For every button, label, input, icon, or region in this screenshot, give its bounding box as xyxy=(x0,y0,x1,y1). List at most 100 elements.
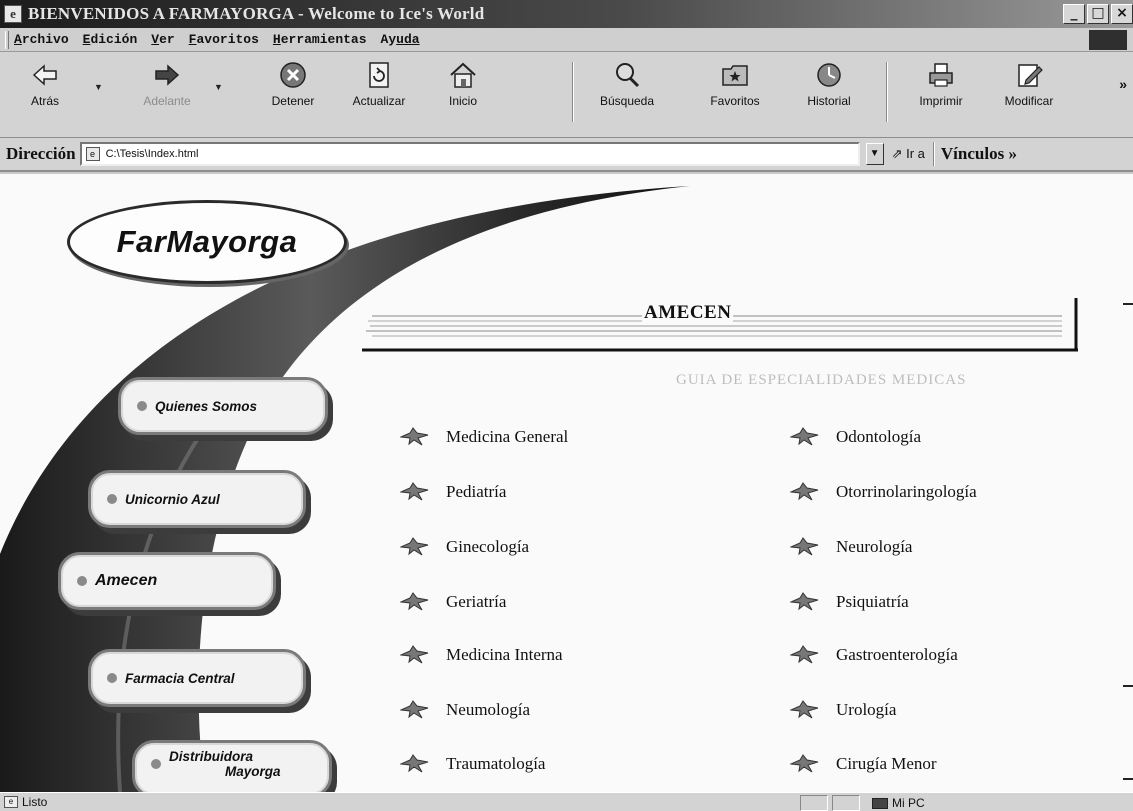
links-separator xyxy=(932,142,935,166)
links-button[interactable]: Vínculos » xyxy=(941,144,1017,164)
specialty-label: Otorrinolaringología xyxy=(836,482,977,501)
nav-label: Mayorga xyxy=(225,764,281,779)
print-button[interactable]: Imprimir xyxy=(902,58,980,128)
forward-arrow-icon xyxy=(155,64,180,86)
specialty-label: Urología xyxy=(836,700,897,719)
specialty-link[interactable]: Traumatología xyxy=(400,754,545,774)
menu-herramientas[interactable]: Herramientas xyxy=(273,32,367,47)
specialty-link[interactable]: Medicina Interna xyxy=(400,645,563,665)
bird-bullet-icon xyxy=(790,592,819,611)
specialty-link[interactable]: Geriatría xyxy=(400,592,506,612)
logo-text: FarMayorga xyxy=(116,224,298,259)
menu-ver[interactable]: Ver xyxy=(151,32,174,47)
back-arrow-icon xyxy=(32,64,57,86)
menu-edicion[interactable]: Edición xyxy=(83,32,138,47)
favorites-button[interactable]: Favoritos xyxy=(696,58,774,128)
specialty-label: Cirugía Menor xyxy=(836,754,937,773)
specialty-link[interactable]: Gastroenterología xyxy=(790,645,958,665)
title-bar: e BIENVENIDOS A FARMAYORGA - Welcome to … xyxy=(0,0,1133,28)
bird-bullet-icon xyxy=(790,754,819,773)
favorites-label: Favoritos xyxy=(710,94,760,108)
nav-bullet-icon xyxy=(107,673,117,683)
bird-bullet-icon xyxy=(400,592,429,611)
specialty-link[interactable]: Odontología xyxy=(790,427,921,447)
menu-ayuda[interactable]: Ayuda xyxy=(381,32,420,47)
page-status-icon: e xyxy=(4,796,18,808)
specialty-label: Odontología xyxy=(836,427,921,446)
home-button[interactable]: Inicio xyxy=(424,58,502,128)
back-button[interactable]: Atrás xyxy=(6,58,84,128)
edit-label: Modificar xyxy=(1004,94,1054,108)
nav-label: Unicornio Azul xyxy=(125,491,220,507)
window-controls: _ □ × xyxy=(1063,4,1133,24)
specialty-label: Gastroenterología xyxy=(836,645,958,664)
amecen-banner: AMECEN xyxy=(362,292,1080,356)
close-button[interactable]: × xyxy=(1111,4,1133,24)
stop-button[interactable]: Detener xyxy=(254,58,332,128)
menu-archivo[interactable]: Archivo xyxy=(14,32,69,47)
refresh-button[interactable]: Actualizar xyxy=(340,58,418,128)
zone-label: Mi PC xyxy=(892,796,925,810)
nav-bullet-icon xyxy=(77,576,87,586)
forward-label: Adelante xyxy=(143,94,191,108)
nav-label: Farmacia Central xyxy=(125,670,235,686)
specialty-label: Geriatría xyxy=(446,592,507,611)
specialty-link[interactable]: Pediatría xyxy=(400,482,506,502)
forward-button[interactable]: Adelante xyxy=(128,58,206,128)
search-label: Búsqueda xyxy=(599,94,655,108)
menu-favoritos[interactable]: Favoritos xyxy=(189,32,259,47)
nav-distribuidora-mayorga[interactable]: Distribuidora Mayorga xyxy=(132,740,332,792)
specialty-link[interactable]: Medicina General xyxy=(400,427,568,447)
back-dropdown-icon[interactable]: ▼ xyxy=(94,82,103,92)
address-label: Dirección xyxy=(6,144,76,163)
specialty-label: Medicina General xyxy=(446,427,569,446)
scroll-marks xyxy=(1123,303,1133,780)
bird-bullet-icon xyxy=(400,427,429,446)
go-arrow-icon: ⇗ xyxy=(891,146,903,161)
history-button[interactable]: Historial xyxy=(790,58,868,128)
nav-unicornio-azul[interactable]: Unicornio Azul xyxy=(88,470,306,528)
specialties-subtitle: GUIA DE ESPECIALIDADES MEDICAS xyxy=(676,372,967,388)
search-button[interactable]: Búsqueda xyxy=(588,58,666,128)
specialty-label: Neurología xyxy=(836,537,913,556)
farmayorga-logo[interactable]: FarMayorga xyxy=(67,200,347,284)
nav-farmacia-central[interactable]: Farmacia Central xyxy=(88,649,306,707)
page-icon: e xyxy=(85,147,100,161)
ie-window-icon[interactable]: e xyxy=(4,5,22,23)
nav-label: Amecen xyxy=(95,572,158,589)
nav-quienes-somos[interactable]: Quienes Somos xyxy=(118,377,328,435)
maximize-button[interactable]: □ xyxy=(1087,4,1109,24)
menu-grip[interactable] xyxy=(5,31,9,49)
bird-bullet-icon xyxy=(790,537,819,556)
specialty-link[interactable]: Otorrinolaringología xyxy=(790,482,977,502)
address-input[interactable] xyxy=(105,148,806,160)
forward-dropdown-icon[interactable]: ▼ xyxy=(214,82,223,92)
specialty-label: Medicina Interna xyxy=(446,645,563,664)
specialty-link[interactable]: Psiquiatría xyxy=(790,592,909,612)
address-field[interactable]: e xyxy=(79,142,860,166)
go-button[interactable]: ⇗ Ir a xyxy=(892,146,925,162)
nav-bullet-icon xyxy=(107,494,117,504)
nav-amecen[interactable]: Amecen xyxy=(58,552,276,610)
specialty-link[interactable]: Neurología xyxy=(790,537,912,557)
specialty-link[interactable]: Ginecología xyxy=(400,537,529,557)
nav-label: Distribuidora xyxy=(169,749,254,764)
nav-bullet-icon xyxy=(137,401,147,411)
bird-bullet-icon xyxy=(400,700,429,719)
security-zone: Mi PC xyxy=(872,795,925,811)
specialty-label: Traumatología xyxy=(446,754,546,773)
window-title: BIENVENIDOS A FARMAYORGA - Welcome to Ic… xyxy=(28,4,485,23)
specialty-label: Psiquiatría xyxy=(836,592,909,611)
nav-bullet-icon xyxy=(151,759,161,769)
windows-logo-icon xyxy=(1089,30,1127,50)
specialty-link[interactable]: Urología xyxy=(790,700,896,720)
specialty-link[interactable]: Neumología xyxy=(400,700,530,720)
specialty-link[interactable]: Cirugía Menor xyxy=(790,754,937,774)
status-cell xyxy=(800,795,828,811)
toolbar-overflow-icon[interactable]: » xyxy=(1119,76,1127,92)
edit-button[interactable]: Modificar xyxy=(990,58,1068,128)
address-dropdown-icon[interactable]: ▼ xyxy=(865,143,884,165)
back-label: Atrás xyxy=(30,94,59,108)
toolbar-separator xyxy=(886,62,888,122)
minimize-button[interactable]: _ xyxy=(1063,4,1085,24)
